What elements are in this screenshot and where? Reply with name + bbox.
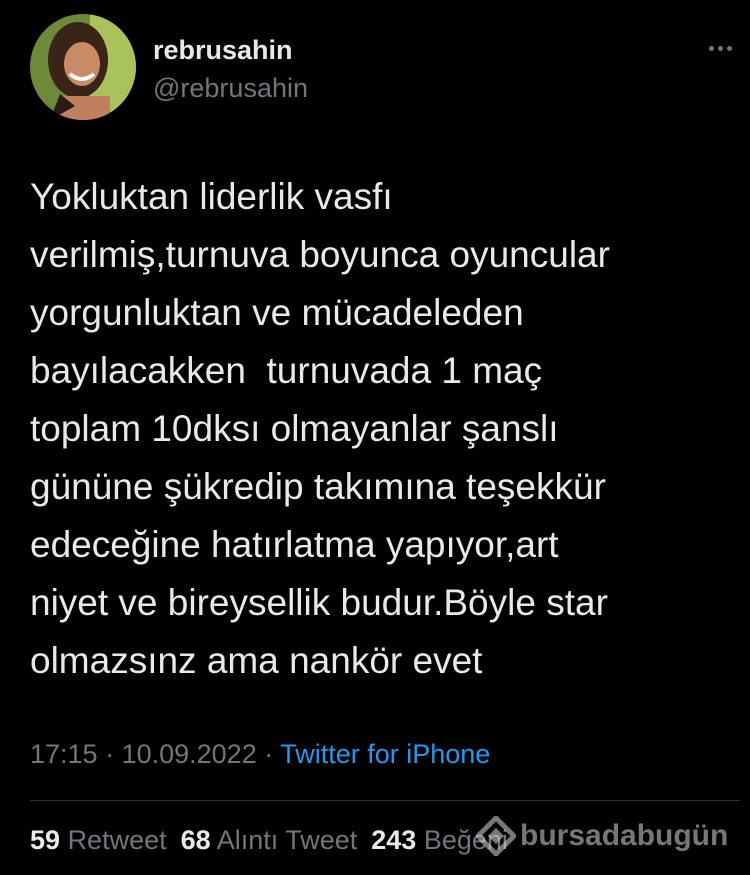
tweet-text-line: niyet ve bireysellik budur.Böyle star [30, 582, 608, 623]
more-options-button[interactable] [700, 36, 740, 60]
quote-count: 68 [180, 825, 211, 855]
tweet-text: Yokluktan liderlik vasfı verilmiş,turnuv… [30, 168, 730, 690]
tweet-text-line: bayılacakken turnuvada 1 maç [30, 350, 543, 391]
tweet-text-line: edeceğine hatırlatma yapıyor,art [30, 524, 559, 565]
tweet-time[interactable]: 17:15 [30, 739, 98, 769]
more-horizontal-icon [708, 45, 714, 51]
tweet-text-line: olmazsınz ama nankör evet [30, 640, 483, 681]
avatar-photo [30, 14, 136, 120]
quotes-stat[interactable]: 68 Alıntı Tweet [181, 825, 358, 855]
meta-separator: · [256, 739, 281, 769]
avatar[interactable] [30, 14, 136, 120]
like-count: 243 [371, 825, 417, 855]
quote-label: Alıntı Tweet [216, 825, 358, 855]
tweet-stats: 59 Retweet 68 Alıntı Tweet 243 Beğeni [30, 822, 522, 858]
display-name[interactable]: rebrusahin [153, 34, 293, 66]
tweet-date[interactable]: 10.09.2022 [122, 739, 257, 769]
retweets-stat[interactable]: 59 Retweet [30, 825, 167, 855]
more-horizontal-icon-dot [717, 45, 723, 51]
tweet-text-line: Yokluktan liderlik vasfı [30, 176, 393, 217]
more-horizontal-icon-dot [726, 45, 732, 51]
tweet-text-line: verilmiş,turnuva boyunca oyuncular [30, 234, 610, 275]
tweet-text-line: toplam 10dksı olmayanlar şanslı [30, 408, 559, 449]
user-handle[interactable]: @rebrusahin [153, 72, 308, 104]
diamond-logo-icon [476, 816, 516, 856]
watermark: bursadabugün [476, 816, 728, 856]
retweet-label: Retweet [67, 825, 167, 855]
watermark-text: bursadabugün [520, 819, 729, 852]
meta-separator: · [97, 739, 122, 769]
tweet-meta: 17:15 · 10.09.2022 · Twitter for iPhone [30, 736, 490, 772]
retweet-count: 59 [30, 825, 61, 855]
tweet-text-line: yorgunluktan ve mücadeleden [30, 292, 524, 333]
divider [30, 800, 740, 801]
tweet-source-link[interactable]: Twitter for iPhone [280, 739, 490, 769]
tweet-text-line: gününe şükredip takımına teşekkür [30, 466, 606, 507]
